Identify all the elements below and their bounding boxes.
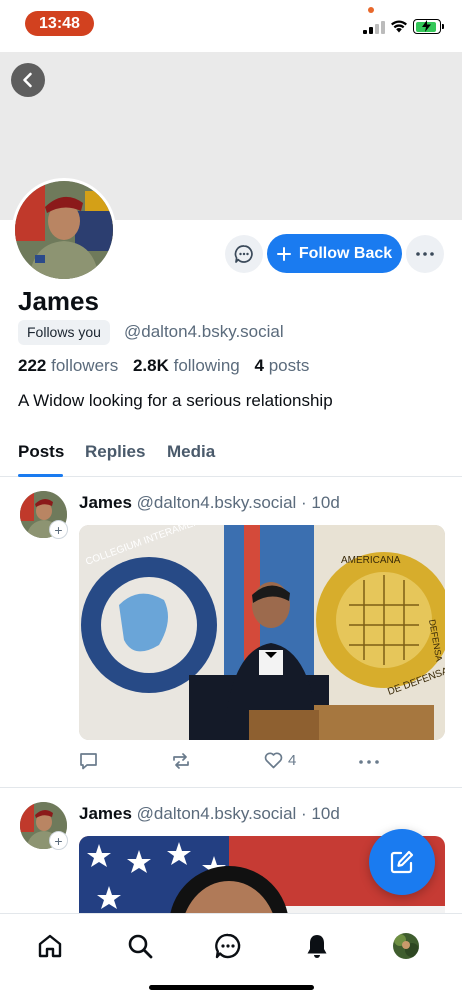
post-header: James @dalton4.bsky.social · 10d xyxy=(79,804,340,824)
status-bar: 13:48 xyxy=(0,0,462,52)
posts-count: 4 xyxy=(254,356,264,375)
more-options-button[interactable] xyxy=(406,235,444,273)
bell-icon xyxy=(307,935,327,958)
post-item[interactable]: + James @dalton4.bsky.social · 10d COLLE… xyxy=(0,478,462,788)
followers-link[interactable]: 222 followers xyxy=(18,356,118,375)
nav-notifications[interactable] xyxy=(301,930,333,962)
compose-button[interactable] xyxy=(369,829,435,895)
follow-back-label: Follow Back xyxy=(298,244,393,262)
like-count: 4 xyxy=(288,752,297,769)
post-divider xyxy=(0,787,462,788)
following-count: 2.8K xyxy=(132,356,169,375)
ellipsis-icon xyxy=(359,760,379,764)
following-link[interactable]: 2.8K following xyxy=(133,356,240,375)
home-indicator xyxy=(149,985,314,990)
status-time: 13:48 xyxy=(25,11,94,36)
profile-bio: A Widow looking for a serious relationsh… xyxy=(18,391,333,410)
recording-indicator xyxy=(368,7,374,13)
post-author-handle[interactable]: @dalton4.bsky.social xyxy=(137,493,297,512)
compose-icon xyxy=(390,850,414,874)
post-time: · 10d xyxy=(301,804,340,823)
chat-bubble-icon xyxy=(234,245,253,263)
post-author-name[interactable]: James xyxy=(79,493,132,512)
post-header: James @dalton4.bsky.social · 10d xyxy=(79,493,340,513)
follows-you-badge: Follows you xyxy=(18,320,110,345)
post-image[interactable]: COLLEGIUM INTERAMERICANUM DEFENSIONIS AM… xyxy=(79,525,445,740)
battery-icon xyxy=(413,19,444,34)
following-label: following xyxy=(173,356,240,375)
profile-handle: @dalton4.bsky.social xyxy=(124,322,284,341)
heart-icon xyxy=(264,752,283,769)
repost-icon xyxy=(173,753,189,769)
signal-icon xyxy=(363,21,385,34)
seal-text-top: AMERICANA xyxy=(341,555,401,566)
wifi-icon xyxy=(391,20,407,33)
active-tab-indicator xyxy=(18,474,63,477)
followers-count: 222 xyxy=(18,356,47,375)
nav-chat[interactable] xyxy=(212,930,244,962)
profile-avatar[interactable] xyxy=(12,178,116,282)
nav-profile[interactable] xyxy=(390,930,422,962)
profile-avatar-image xyxy=(15,181,113,279)
back-button[interactable] xyxy=(11,63,45,97)
chat-icon xyxy=(215,933,241,959)
follow-plus-badge[interactable]: + xyxy=(49,831,68,850)
profile-tabs: Posts Replies Media xyxy=(0,430,462,477)
follow-back-button[interactable]: Follow Back xyxy=(267,234,402,273)
search-icon xyxy=(128,934,153,959)
posts-label: posts xyxy=(268,356,310,375)
home-icon xyxy=(38,934,62,958)
tab-replies[interactable]: Replies xyxy=(85,442,145,462)
reply-button[interactable] xyxy=(79,752,98,770)
plus-icon xyxy=(276,246,291,261)
nav-search[interactable] xyxy=(124,930,156,962)
post-author-handle[interactable]: @dalton4.bsky.social xyxy=(137,804,297,823)
follow-plus-badge[interactable]: + xyxy=(49,520,68,539)
message-button[interactable] xyxy=(225,235,263,273)
nav-home[interactable] xyxy=(34,930,66,962)
repost-button[interactable] xyxy=(171,752,191,770)
profile-stats: 222 followers 2.8K following 4 posts xyxy=(18,356,309,376)
post-time: · 10d xyxy=(301,493,340,512)
tab-posts[interactable]: Posts xyxy=(18,442,64,462)
avatar xyxy=(393,933,419,959)
post-actions: 4 xyxy=(79,752,445,778)
post-more-button[interactable] xyxy=(359,760,379,764)
like-button[interactable]: 4 xyxy=(264,752,296,769)
ellipsis-icon xyxy=(416,252,434,256)
posts-stat: 4 posts xyxy=(254,356,309,375)
post-photo: COLLEGIUM INTERAMERICANUM DEFENSIONIS AM… xyxy=(79,525,445,740)
tab-media[interactable]: Media xyxy=(167,442,215,462)
profile-name: James xyxy=(18,286,99,316)
reply-icon xyxy=(80,753,97,770)
followers-label: followers xyxy=(51,356,119,375)
post-author-name[interactable]: James xyxy=(79,804,132,823)
chevron-left-icon xyxy=(23,72,32,88)
